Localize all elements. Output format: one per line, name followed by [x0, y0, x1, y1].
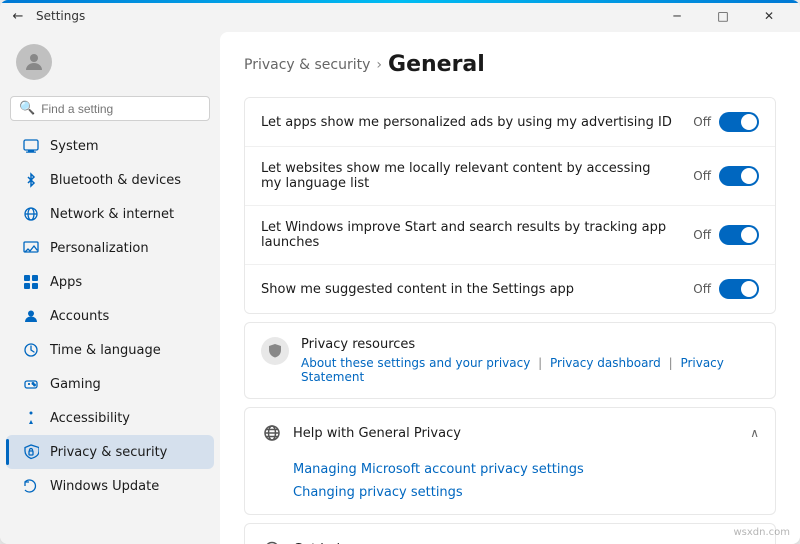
settings-row-ads: Let apps show me personalized ads by usi…: [245, 98, 775, 147]
settings-row-language: Let websites show me locally relevant co…: [245, 147, 775, 206]
privacy-resources-title: Privacy resources: [301, 337, 759, 352]
privacy-link-separator: |: [534, 356, 546, 370]
sidebar-item-bluetooth[interactable]: Bluetooth & devices: [6, 163, 214, 197]
sidebar-item-label-apps: Apps: [50, 275, 82, 290]
toggle-group-ads: Off: [693, 112, 759, 132]
toggle-language[interactable]: [719, 166, 759, 186]
sidebar-item-update[interactable]: Windows Update: [6, 469, 214, 503]
settings-row-label-suggested: Show me suggested content in the Setting…: [261, 282, 693, 297]
privacy-link-separator: |: [665, 356, 677, 370]
sidebar-user: [0, 32, 220, 96]
toggle-suggested[interactable]: [719, 279, 759, 299]
title-bar-controls: ─ □ ✕: [654, 0, 792, 32]
toggle-label-language: Off: [693, 169, 711, 183]
main-layout: 🔍 System Bluetooth & devices Network & i…: [0, 32, 800, 544]
nav-container: System Bluetooth & devices Network & int…: [0, 129, 220, 503]
toggle-tracking[interactable]: [719, 225, 759, 245]
settings-row-suggested: Show me suggested content in the Setting…: [245, 265, 775, 313]
settings-row-label-ads: Let apps show me personalized ads by usi…: [261, 115, 693, 130]
nav-icon-accounts: [22, 307, 40, 325]
top-accent: [0, 0, 800, 3]
title-bar: ← Settings ─ □ ✕: [0, 0, 800, 32]
help-links: Managing Microsoft account privacy setti…: [245, 458, 775, 514]
toggle-label-ads: Off: [693, 115, 711, 129]
sidebar-item-label-personalization: Personalization: [50, 241, 149, 256]
breadcrumb: Privacy & security › General: [244, 52, 776, 77]
nav-icon-apps: [22, 273, 40, 291]
window-title: Settings: [36, 9, 85, 23]
privacy-link-1[interactable]: Privacy dashboard: [550, 356, 661, 370]
toggle-ads[interactable]: [719, 112, 759, 132]
sidebar-item-accessibility[interactable]: Accessibility: [6, 401, 214, 435]
content-area: Privacy & security › General Let apps sh…: [220, 32, 800, 544]
sidebar-item-label-time: Time & language: [50, 343, 161, 358]
breadcrumb-parent: Privacy & security: [244, 57, 370, 73]
sidebar-item-accounts[interactable]: Accounts: [6, 299, 214, 333]
settings-card: Let apps show me personalized ads by usi…: [244, 97, 776, 314]
toggle-group-tracking: Off: [693, 225, 759, 245]
watermark: wsxdn.com: [733, 527, 790, 538]
privacy-resources: Privacy resources About these settings a…: [244, 322, 776, 399]
settings-row-tracking: Let Windows improve Start and search res…: [245, 206, 775, 265]
sidebar-item-privacy[interactable]: Privacy & security: [6, 435, 214, 469]
sidebar-item-label-system: System: [50, 139, 98, 154]
sidebar-item-label-bluetooth: Bluetooth & devices: [50, 173, 181, 188]
sidebar-item-label-gaming: Gaming: [50, 377, 101, 392]
privacy-link-row: About these settings and your privacy | …: [301, 356, 759, 384]
close-button[interactable]: ✕: [746, 0, 792, 32]
sidebar-item-network[interactable]: Network & internet: [6, 197, 214, 231]
get-help-row[interactable]: Get help: [244, 523, 776, 544]
help-chevron-icon: ∧: [750, 426, 759, 440]
privacy-links: Privacy resources About these settings a…: [301, 337, 759, 384]
nav-icon-privacy: [22, 443, 40, 461]
help-link-1[interactable]: Changing privacy settings: [293, 485, 759, 500]
breadcrumb-chevron: ›: [376, 57, 382, 73]
privacy-icon: [261, 337, 289, 365]
sidebar-item-label-privacy: Privacy & security: [50, 445, 167, 460]
toggle-group-suggested: Off: [693, 279, 759, 299]
nav-icon-bluetooth: [22, 171, 40, 189]
sidebar: 🔍 System Bluetooth & devices Network & i…: [0, 32, 220, 544]
avatar: [16, 44, 52, 80]
help-link-0[interactable]: Managing Microsoft account privacy setti…: [293, 462, 759, 477]
back-button[interactable]: ←: [8, 6, 28, 26]
sidebar-item-label-update: Windows Update: [50, 479, 159, 494]
get-help-icon: [261, 538, 283, 544]
breadcrumb-current: General: [388, 52, 485, 77]
globe-icon: [261, 422, 283, 444]
minimize-button[interactable]: ─: [654, 0, 700, 32]
sidebar-item-gaming[interactable]: Gaming: [6, 367, 214, 401]
title-bar-left: ← Settings: [8, 6, 85, 26]
search-input[interactable]: [41, 102, 201, 116]
sidebar-item-personalization[interactable]: Personalization: [6, 231, 214, 265]
nav-icon-time: [22, 341, 40, 359]
settings-window: ← Settings ─ □ ✕ 🔍: [0, 0, 800, 544]
nav-icon-personalization: [22, 239, 40, 257]
nav-icon-network: [22, 205, 40, 223]
sidebar-item-label-network: Network & internet: [50, 207, 174, 222]
sidebar-item-system[interactable]: System: [6, 129, 214, 163]
privacy-link-0[interactable]: About these settings and your privacy: [301, 356, 530, 370]
sidebar-item-time[interactable]: Time & language: [6, 333, 214, 367]
sidebar-item-label-accessibility: Accessibility: [50, 411, 130, 426]
help-section: Help with General Privacy ∧ Managing Mic…: [244, 407, 776, 515]
maximize-button[interactable]: □: [700, 0, 746, 32]
nav-icon-accessibility: [22, 409, 40, 427]
settings-row-label-tracking: Let Windows improve Start and search res…: [261, 220, 693, 250]
search-box[interactable]: 🔍: [10, 96, 210, 121]
toggle-label-suggested: Off: [693, 282, 711, 296]
search-icon: 🔍: [19, 101, 35, 116]
settings-row-label-language: Let websites show me locally relevant co…: [261, 161, 693, 191]
toggle-label-tracking: Off: [693, 228, 711, 242]
toggle-group-language: Off: [693, 166, 759, 186]
help-header-left: Help with General Privacy: [261, 422, 461, 444]
nav-icon-update: [22, 477, 40, 495]
help-section-header[interactable]: Help with General Privacy ∧: [245, 408, 775, 458]
sidebar-item-apps[interactable]: Apps: [6, 265, 214, 299]
nav-icon-system: [22, 137, 40, 155]
nav-icon-gaming: [22, 375, 40, 393]
sidebar-item-label-accounts: Accounts: [50, 309, 109, 324]
help-title: Help with General Privacy: [293, 426, 461, 441]
